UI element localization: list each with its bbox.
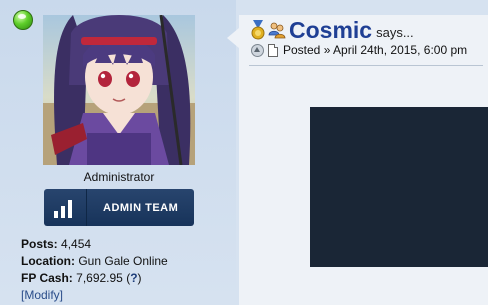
modify-link[interactable]: [Modify]	[21, 288, 63, 302]
scroll-up-icon[interactable]	[251, 43, 264, 57]
posts-label: Posts:	[21, 237, 58, 251]
location-value: Gun Gale Online	[78, 254, 168, 268]
fp-cash-value: 7,692.95	[76, 271, 123, 285]
admin-team-button[interactable]: ADMIN TEAM	[44, 189, 194, 226]
location-stat: Location: Gun Gale Online	[21, 253, 168, 270]
post-divider	[249, 65, 483, 66]
avatar[interactable]	[43, 15, 195, 165]
fp-cash-stat: FP Cash: 7,692.95 (?)	[21, 270, 168, 287]
posts-value: 4,454	[61, 237, 92, 251]
post-timestamp: Posted » April 24th, 2015, 6:00 pm	[283, 43, 468, 57]
online-status-icon	[13, 10, 33, 30]
user-profile-sidebar: Administrator ADMIN TEAM Posts: 4,454 Lo…	[0, 0, 236, 305]
fp-cash-label: FP Cash:	[21, 271, 73, 285]
admin-team-label: ADMIN TEAM	[103, 201, 179, 214]
fp-cash-help-close: )	[137, 271, 142, 285]
avatar-image	[43, 15, 195, 165]
post-meta: Posted » April 24th, 2015, 6:00 pm	[251, 43, 467, 57]
post-header: Cosmic says...	[251, 15, 414, 45]
bar-chart-icon	[54, 198, 76, 218]
says-label: says...	[376, 24, 414, 40]
button-divider	[86, 189, 87, 226]
fp-cash-help-link[interactable]: ?	[130, 271, 137, 285]
post-author-username[interactable]: Cosmic	[289, 17, 372, 44]
post-panel: Cosmic says... Posted » April 24th, 2015…	[227, 15, 488, 305]
medal-icon	[251, 20, 265, 40]
user-group-icon	[268, 21, 286, 39]
post-embedded-image	[310, 107, 488, 267]
user-role-title: Administrator	[83, 170, 155, 184]
location-label: Location:	[21, 254, 75, 268]
post-link-icon[interactable]	[268, 43, 278, 57]
posts-stat: Posts: 4,454	[21, 236, 168, 253]
user-stats: Posts: 4,454 Location: Gun Gale Online F…	[21, 236, 168, 304]
